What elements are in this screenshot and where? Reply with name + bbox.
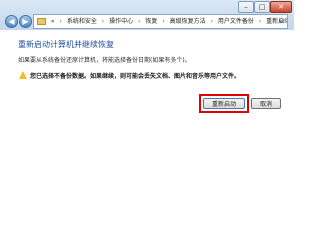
window-toolbar: – □ ✕ ◀ ▶ « › 系统和安全 › 操作中心 › 恢复 › 高级恢复方法… bbox=[0, 0, 294, 30]
warning-text: 您已选择不备份数据。如果继续，则可能会丢失文档、图片和音乐等用户文件。 bbox=[30, 73, 241, 80]
breadcrumb-item-advanced-recovery[interactable]: 高级恢复方法 bbox=[170, 15, 206, 28]
warning-icon bbox=[19, 71, 27, 79]
forward-button[interactable]: ▶ bbox=[19, 15, 32, 28]
breadcrumb-overflow[interactable]: « bbox=[51, 15, 55, 28]
minimize-button[interactable]: – bbox=[238, 1, 254, 13]
folder-icon bbox=[37, 18, 46, 25]
close-button[interactable]: ✕ bbox=[270, 1, 292, 13]
cancel-button[interactable]: 取消 bbox=[251, 98, 281, 109]
back-button[interactable]: ◀ bbox=[5, 15, 18, 28]
breadcrumb-item-action-center[interactable]: 操作中心 bbox=[109, 15, 133, 28]
breadcrumb-item-recovery[interactable]: 恢复 bbox=[145, 15, 157, 28]
description-text: 如果要从系统备份还原计算机，将能选择备份日期(如果有多个)。 bbox=[18, 57, 191, 64]
refresh-icon[interactable]: ⟳ bbox=[279, 15, 285, 28]
page-title: 重新启动计算机并继续恢复 bbox=[18, 40, 114, 49]
breadcrumb-item-file-backup[interactable]: 用户文件备份 bbox=[218, 15, 254, 28]
main-panel: 重新启动计算机并继续恢复 如果要从系统备份还原计算机，将能选择备份日期(如果有多… bbox=[0, 31, 294, 222]
breadcrumb-item-security[interactable]: 系统和安全 bbox=[67, 15, 97, 28]
address-bar[interactable]: « › 系统和安全 › 操作中心 › 恢复 › 高级恢复方法 › 用户文件备份 … bbox=[33, 14, 288, 29]
restart-button[interactable]: 重新启动 bbox=[203, 98, 245, 109]
maximize-button[interactable]: □ bbox=[254, 1, 270, 13]
